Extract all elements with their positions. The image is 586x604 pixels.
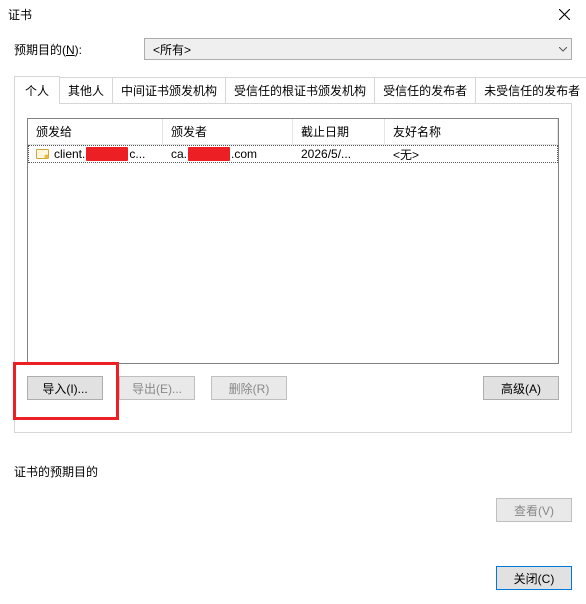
cell-friendly: <无> — [385, 146, 558, 163]
advanced-button[interactable]: 高级(A) — [483, 376, 559, 400]
dialog-close-row: 关闭(C) — [14, 566, 572, 590]
intended-purpose-row: 预期目的(N): <所有> — [14, 38, 572, 60]
cert-purposes-section: 证书的预期目的 查看(V) — [14, 463, 572, 522]
cert-purposes-label: 证书的预期目的 — [14, 463, 572, 480]
tab-4[interactable]: 受信任的发布者 — [374, 77, 476, 103]
tab-panel-personal: 颁发给 颁发者 截止日期 友好名称 client.xxxxxxxc... ca — [14, 103, 572, 433]
export-button: 导出(E)... — [119, 376, 195, 400]
listview-header: 颁发给 颁发者 截止日期 友好名称 — [28, 119, 558, 145]
tab-5[interactable]: 未受信任的发布者 — [475, 77, 586, 103]
tab-1[interactable]: 其他人 — [59, 77, 113, 103]
import-button[interactable]: 导入(I)... — [27, 376, 103, 400]
close-icon — [559, 9, 570, 20]
intended-purpose-label: 预期目的(N): — [14, 41, 144, 58]
column-header-friendly[interactable]: 友好名称 — [385, 119, 558, 144]
tab-3[interactable]: 受信任的根证书颁发机构 — [225, 77, 375, 103]
tab-strip: 个人其他人中间证书颁发机构受信任的根证书颁发机构受信任的发布者未受信任的发布者 — [14, 76, 572, 103]
column-header-issued-to[interactable]: 颁发给 — [28, 119, 163, 144]
cert-action-row: 导入(I)... 导出(E)... 删除(R) 高级(A) — [27, 376, 559, 400]
certificates-dialog: 证书 预期目的(N): <所有> 个人其他人中间证书颁发机构受信任的根证书颁发机… — [0, 0, 586, 592]
tab-0[interactable]: 个人 — [14, 76, 60, 104]
cell-issued-to: client.xxxxxxxc... — [28, 147, 163, 161]
tab-2[interactable]: 中间证书颁发机构 — [112, 77, 226, 103]
certificate-icon — [36, 148, 50, 160]
window-close-button[interactable] — [544, 1, 584, 27]
cell-issuer: ca.xxxxxxx.com — [163, 147, 293, 161]
column-header-expires[interactable]: 截止日期 — [293, 119, 385, 144]
intended-purpose-value: <所有> — [153, 41, 191, 58]
titlebar: 证书 — [0, 0, 586, 28]
view-button: 查看(V) — [496, 498, 572, 522]
window-title: 证书 — [8, 6, 32, 23]
chevron-down-icon — [558, 45, 567, 54]
close-button[interactable]: 关闭(C) — [496, 566, 572, 590]
intended-purpose-select[interactable]: <所有> — [144, 38, 572, 60]
cell-expires: 2026/5/... — [293, 147, 385, 161]
table-row[interactable]: client.xxxxxxxc... ca.xxxxxxx.com 2026/5… — [28, 145, 558, 163]
delete-button: 删除(R) — [211, 376, 287, 400]
certificate-listview[interactable]: 颁发给 颁发者 截止日期 友好名称 client.xxxxxxxc... ca — [27, 118, 559, 364]
column-header-issuer[interactable]: 颁发者 — [163, 119, 293, 144]
